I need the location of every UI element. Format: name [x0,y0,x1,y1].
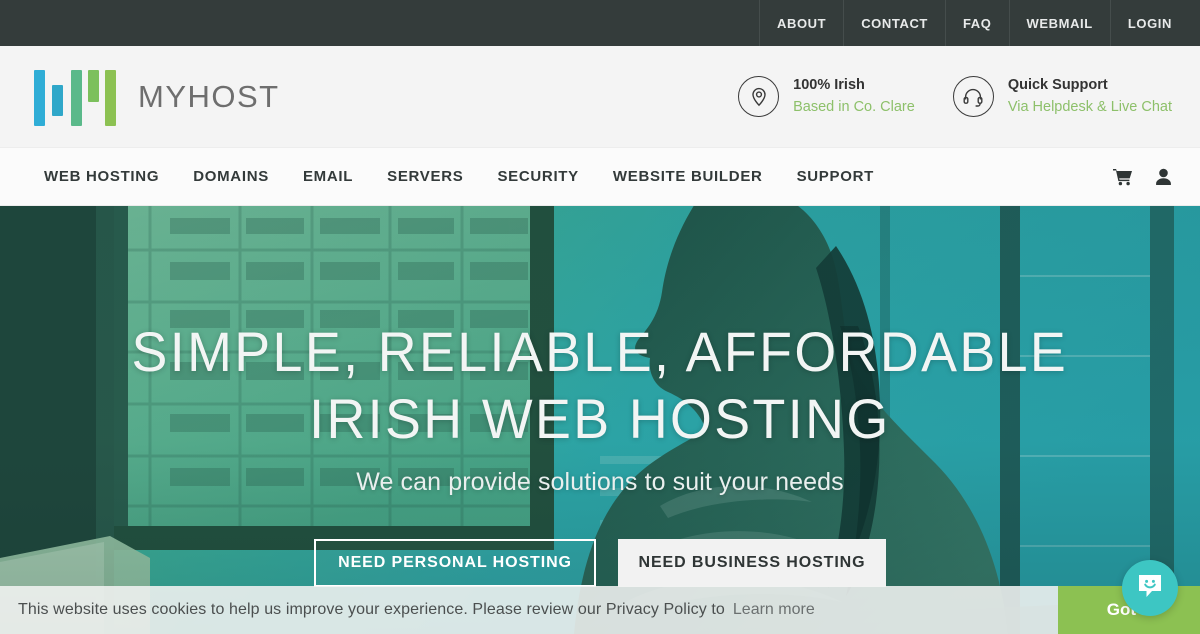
info-title: 100% Irish [793,77,865,94]
chat-smiley-icon [1134,570,1166,607]
info-block-support: Quick Support Via Helpdesk & Live Chat [952,75,1172,117]
info-subtitle: Based in Co. Clare [793,98,915,115]
need-business-hosting-button[interactable]: NEED BUSINESS HOSTING [618,539,886,588]
cookie-message: This website uses cookies to help us imp… [18,601,725,618]
info-block-irish: 100% Irish Based in Co. Clare [738,75,915,117]
cart-icon[interactable] [1113,168,1133,186]
cookie-consent-banner: This website uses cookies to help us imp… [0,586,1200,634]
topbar-link-webmail[interactable]: WEBMAIL [1008,0,1110,46]
hero-headline-line2: IRISH WEB HOSTING [309,387,891,451]
hero-content: SIMPLE, RELIABLE, AFFORDABLE IRISH WEB H… [0,206,1200,634]
nav-items: WEB HOSTING DOMAINS EMAIL SERVERS SECURI… [44,168,874,185]
page-root: ABOUT CONTACT FAQ WEBMAIL LOGIN MYHOST 1… [0,0,1200,634]
top-utility-bar: ABOUT CONTACT FAQ WEBMAIL LOGIN [0,0,1200,46]
site-logo[interactable]: MYHOST [30,66,280,128]
topbar-link-login[interactable]: LOGIN [1109,0,1200,46]
nav-item-email[interactable]: EMAIL [303,168,353,185]
info-block-support-text: Quick Support Via Helpdesk & Live Chat [1008,75,1172,117]
hero-headline-line1: SIMPLE, RELIABLE, AFFORDABLE [131,320,1069,383]
chat-widget-button[interactable] [1122,560,1178,616]
nav-icon-group [1113,168,1172,186]
cookie-learn-more-link[interactable]: Learn more [733,601,815,619]
site-header: MYHOST 100% Irish Based in Co. Clare Qui… [0,46,1200,148]
nav-item-domains[interactable]: DOMAINS [193,168,269,185]
location-pin-icon [738,76,780,117]
nav-item-servers[interactable]: SERVERS [387,168,463,185]
account-person-icon[interactable] [1155,168,1172,186]
topbar-link-about[interactable]: ABOUT [758,0,843,46]
header-info-group: 100% Irish Based in Co. Clare Quick Supp… [738,75,1172,117]
info-title: Quick Support [1007,77,1108,94]
hero-section: SIMPLE, RELIABLE, AFFORDABLE IRISH WEB H… [0,206,1200,634]
topbar-link-faq[interactable]: FAQ [944,0,1009,46]
hero-cta-group: NEED PERSONAL HOSTING NEED BUSINESS HOST… [314,539,886,588]
nav-item-web-hosting[interactable]: WEB HOSTING [44,168,159,185]
main-navigation: WEB HOSTING DOMAINS EMAIL SERVERS SECURI… [0,148,1200,206]
headset-icon [952,76,994,117]
topbar-link-contact[interactable]: CONTACT [843,0,945,46]
hero-subheadline: We can provide solutions to suit your ne… [356,468,844,497]
nav-item-website-builder[interactable]: WEBSITE BUILDER [613,168,763,185]
info-subtitle: Via Helpdesk & Live Chat [1007,98,1172,115]
info-block-irish-text: 100% Irish Based in Co. Clare [793,75,915,117]
nav-item-support[interactable]: SUPPORT [797,168,874,185]
logo-wordmark: MYHOST [138,78,280,114]
bar-chart-logo-icon [30,66,116,128]
nav-item-security[interactable]: SECURITY [497,168,578,185]
need-personal-hosting-button[interactable]: NEED PERSONAL HOSTING [314,539,596,588]
